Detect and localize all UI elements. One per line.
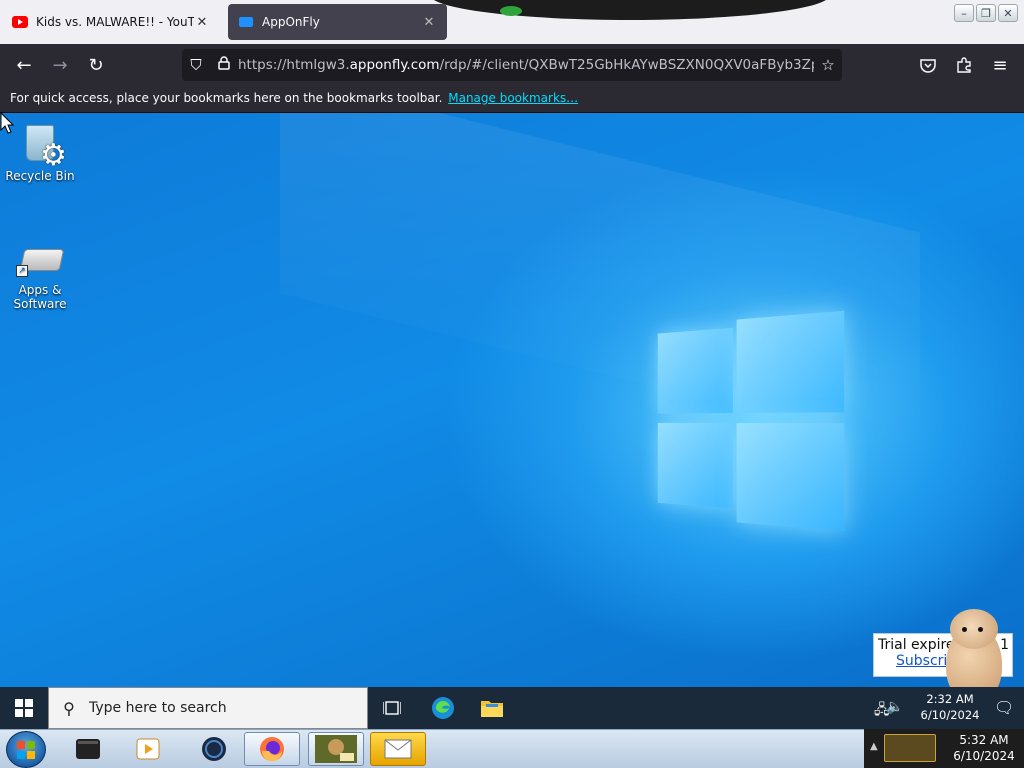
tab-title: AppOnFly bbox=[262, 15, 320, 29]
close-window-button[interactable]: ✕ bbox=[998, 4, 1018, 22]
overlay-dot bbox=[500, 6, 522, 16]
windows-start-icon[interactable] bbox=[0, 687, 48, 729]
recycle-bin-icon: ⚙ bbox=[20, 121, 67, 171]
show-hidden-icons-icon[interactable]: ▲ bbox=[870, 741, 878, 752]
reload-icon[interactable]: ↻ bbox=[84, 54, 108, 76]
manage-bookmarks-link[interactable]: Manage bookmarks… bbox=[448, 91, 578, 105]
bookmark-star-icon[interactable]: ☆ bbox=[814, 56, 842, 74]
desktop-icon-label: Apps & Software bbox=[13, 283, 67, 311]
desktop-icon-apps-software[interactable]: ↗ Apps & Software bbox=[2, 243, 78, 311]
pocket-icon[interactable] bbox=[916, 54, 940, 76]
gear-icon: ⚙ bbox=[40, 138, 67, 173]
tab-title: Kids vs. MALWARE!! - YouTube bbox=[36, 15, 194, 29]
remote-clock[interactable]: 2:32 AM 6/10/2024 bbox=[908, 691, 992, 723]
apps-software-icon: ↗ bbox=[16, 243, 65, 279]
file-explorer-icon[interactable] bbox=[478, 695, 506, 721]
windows7-start-orb-icon[interactable] bbox=[6, 731, 46, 768]
browser-tab-strip: Kids vs. MALWARE!! - YouTube ✕ AppOnFly … bbox=[0, 0, 1024, 44]
shortcut-arrow-icon: ↗ bbox=[16, 265, 28, 277]
tab-apponfly[interactable]: AppOnFly ✕ bbox=[228, 4, 447, 40]
edge-icon[interactable] bbox=[429, 695, 457, 721]
apponfly-icon bbox=[238, 14, 254, 30]
volume-icon[interactable]: 🔈 bbox=[886, 699, 903, 715]
lock-icon[interactable] bbox=[210, 56, 238, 74]
bookmarks-message: For quick access, place your bookmarks h… bbox=[10, 91, 443, 105]
close-tab-icon[interactable]: ✕ bbox=[194, 15, 210, 30]
host-app-mail-icon[interactable] bbox=[370, 732, 426, 766]
overlay-shape bbox=[430, 0, 830, 20]
url-text[interactable]: https://htmlgw3.apponfly.com/rdp/#/clien… bbox=[238, 57, 814, 73]
minimize-button[interactable]: – bbox=[954, 4, 974, 22]
mouse-cursor-icon bbox=[0, 112, 14, 134]
hamster-overlay-image bbox=[942, 603, 1008, 687]
remote-desktop[interactable]: ⚙ Recycle Bin ↗ Apps & Software Trial ex… bbox=[0, 113, 1024, 687]
window-controls: – ❐ ✕ bbox=[954, 4, 1018, 22]
back-icon[interactable]: ← bbox=[12, 54, 36, 76]
bookmarks-toolbar: For quick access, place your bookmarks h… bbox=[0, 86, 1024, 113]
restore-button[interactable]: ❐ bbox=[976, 4, 996, 22]
search-placeholder: Type here to search bbox=[89, 700, 227, 716]
extensions-icon[interactable] bbox=[952, 54, 976, 76]
host-app-globe-icon[interactable] bbox=[186, 732, 242, 766]
navigation-toolbar: ← → ↻ ⛉ https://htmlgw3.apponfly.com/rdp… bbox=[0, 44, 1024, 86]
tab-youtube[interactable]: Kids vs. MALWARE!! - YouTube ✕ bbox=[2, 4, 220, 40]
host-app-media-player-icon[interactable] bbox=[120, 732, 176, 766]
youtube-icon bbox=[12, 14, 28, 30]
remote-taskbar: ⚲ Type here to search bbox=[0, 687, 864, 729]
host-app-firefox-icon[interactable] bbox=[244, 732, 300, 766]
shield-icon[interactable]: ⛉ bbox=[182, 56, 210, 74]
host-clock[interactable]: 5:32 AM 6/10/2024 bbox=[944, 732, 1024, 764]
address-bar[interactable]: ⛉ https://htmlgw3.apponfly.com/rdp/#/cli… bbox=[182, 49, 842, 81]
host-app-box-game-icon[interactable] bbox=[308, 732, 364, 766]
host-system-tray: ▲ 5:32 AM 6/10/2024 bbox=[864, 729, 1024, 768]
search-icon: ⚲ bbox=[63, 698, 75, 718]
tray-app-icon[interactable] bbox=[884, 734, 936, 762]
windows-logo-wallpaper bbox=[657, 310, 845, 532]
menu-icon[interactable]: ≡ bbox=[988, 54, 1012, 76]
close-tab-icon[interactable]: ✕ bbox=[421, 15, 437, 30]
taskbar-search-box[interactable]: ⚲ Type here to search bbox=[48, 687, 368, 729]
notifications-icon[interactable]: 🗨 bbox=[994, 698, 1014, 717]
forward-icon[interactable]: → bbox=[48, 54, 72, 76]
remote-system-tray: 🖧 🔈 2:32 AM 6/10/2024 🗨 bbox=[864, 687, 1024, 729]
host-app-terminal-icon[interactable] bbox=[60, 732, 116, 766]
task-view-icon[interactable] bbox=[378, 695, 406, 721]
